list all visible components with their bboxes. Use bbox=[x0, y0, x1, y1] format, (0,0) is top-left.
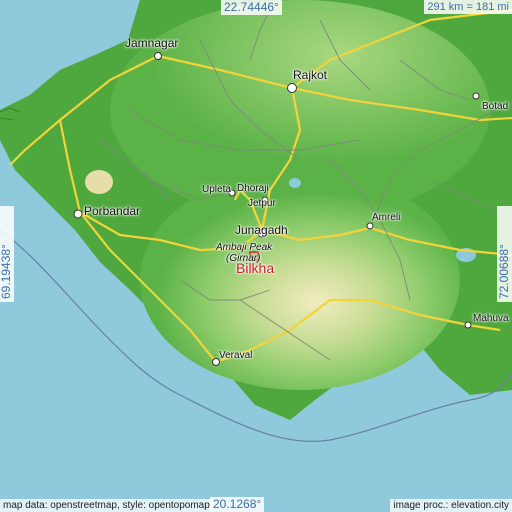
porbandar-marker bbox=[73, 209, 83, 219]
city-label-junagadh: Junagadh bbox=[235, 223, 288, 237]
amreli-marker bbox=[366, 222, 374, 230]
map-view[interactable]: 22.74446° 20.1268° 69.19438° 72.00688° 2… bbox=[0, 0, 512, 512]
gir-hills bbox=[140, 170, 460, 390]
city-label-mahuva: Mahuva bbox=[473, 313, 509, 324]
barda-hills bbox=[85, 170, 113, 194]
coord-bottom-label: 20.1268° bbox=[210, 497, 265, 512]
rajkot-marker bbox=[287, 83, 297, 93]
city-label-rajkot: Rajkot bbox=[293, 68, 328, 82]
city-label-dhoraji: Dhoraji bbox=[237, 183, 269, 194]
city-label-porbandar: Porbandar bbox=[84, 204, 141, 218]
botad-marker bbox=[472, 92, 480, 100]
city-label-ambaji-peak: Ambaji Peak bbox=[216, 242, 273, 253]
lake-central bbox=[289, 178, 301, 188]
coord-right-label: 72.00688° bbox=[497, 206, 512, 302]
city-label-veraval: Veraval bbox=[219, 350, 253, 361]
coord-left-label: 69.19438° bbox=[0, 206, 14, 302]
target-location-label: Bilkha bbox=[236, 260, 275, 276]
city-label-jetpur: Jetpur bbox=[248, 198, 276, 209]
scale-label: 291 km = 181 mi bbox=[424, 0, 512, 14]
city-label-jamnagar: Jamnagar bbox=[125, 36, 179, 50]
city-label-upleta: Upleta bbox=[202, 184, 231, 195]
city-label-amreli: Amreli bbox=[372, 212, 401, 223]
attribution-label: map data: openstreetmap, style: opentopo… bbox=[0, 499, 213, 512]
coord-top-label: 22.74446° bbox=[221, 0, 282, 15]
jamnagar-marker bbox=[154, 52, 162, 60]
mahuva-marker bbox=[464, 321, 472, 329]
image-processing-label: image proc.: elevation.city bbox=[390, 499, 512, 512]
city-label-botad: Botad bbox=[482, 101, 509, 112]
